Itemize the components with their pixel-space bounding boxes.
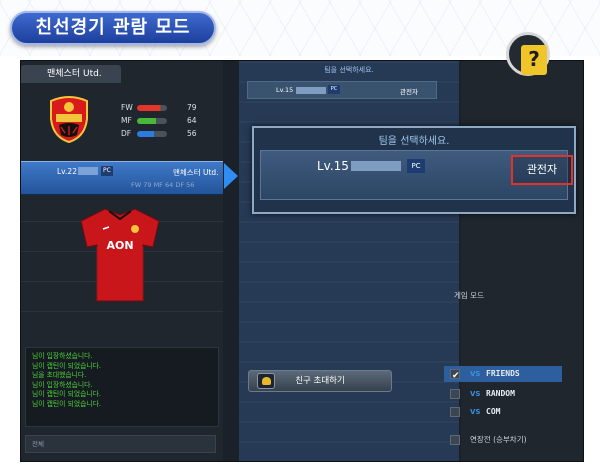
chat-line: 님을 초대했습니다. bbox=[32, 371, 87, 379]
chat-log[interactable]: 님이 입장하셨습니다. 님이 캡틴이 되었습니다. 님을 초대했습니다. 님이 … bbox=[25, 347, 219, 427]
spectator-label: 관전자 bbox=[400, 88, 418, 96]
mode-label: FRIENDS bbox=[486, 369, 520, 378]
chat-line: 님이 캡틴이 되었습니다. bbox=[32, 361, 102, 370]
red-jersey-icon: AON bbox=[80, 208, 160, 302]
spectator-highlight[interactable]: 관전자 bbox=[511, 155, 573, 185]
player-level: Lv.22 bbox=[57, 167, 77, 176]
stat-bar-df bbox=[137, 131, 167, 137]
help-button[interactable]: ? bbox=[506, 32, 550, 76]
stat-label: FW bbox=[121, 103, 133, 112]
spectator-slot[interactable]: Lv.15 PC 관전자 bbox=[247, 81, 437, 99]
zoom-title: 팀을 선택하세요. bbox=[378, 136, 450, 147]
manchester-united-crest-icon bbox=[50, 96, 88, 143]
slot-name-blurred bbox=[351, 161, 401, 171]
mode-friends[interactable]: ✔ VS FRIENDS bbox=[444, 366, 562, 382]
stat-label: DF bbox=[121, 129, 132, 138]
player-stats: FW 79 MF 64 DF 56 bbox=[131, 181, 195, 189]
stat-value: 79 bbox=[187, 103, 197, 112]
mode-random[interactable]: VS RANDOM bbox=[444, 386, 562, 402]
zoom-spectator-slot[interactable]: Lv.15 PC 관전자 bbox=[260, 150, 573, 200]
stat-value: 64 bbox=[187, 116, 197, 125]
vs-label: VS bbox=[470, 390, 481, 398]
chat-input[interactable]: 전체 bbox=[25, 435, 216, 453]
team-select-column: 팀을 선택하세요. Lv.15 PC 관전자 bbox=[239, 61, 459, 461]
player-card[interactable]: Lv.22 PC 맨체스터 Utd. FW 79 MF 64 DF 56 bbox=[21, 161, 223, 195]
overtime-label: 연장전 (승부차기) bbox=[470, 435, 527, 444]
chat-line: 님이 캡틴이 되었습니다. bbox=[32, 399, 102, 408]
team-tab[interactable]: 맨체스터 Utd. bbox=[21, 65, 121, 83]
checkbox[interactable]: ✔ bbox=[450, 369, 460, 381]
question-mark-icon: ? bbox=[521, 45, 547, 75]
stat-value: 56 bbox=[187, 129, 197, 138]
player-team: 맨체스터 Utd. bbox=[173, 168, 219, 177]
stat-label: MF bbox=[121, 116, 132, 125]
stat-bar-fw bbox=[137, 105, 167, 111]
divider bbox=[21, 311, 223, 312]
arrow-right-icon bbox=[224, 163, 238, 189]
invite-friends-icon bbox=[257, 373, 275, 389]
chat-line: 님이 캡틴이 되었습니다. bbox=[32, 390, 102, 398]
stat-bar-mf bbox=[137, 118, 167, 124]
slot-level: Lv.15 bbox=[317, 159, 349, 173]
invite-label: 친구 초대하기 bbox=[295, 376, 345, 386]
game-mode-title: 게임 모드 bbox=[454, 291, 484, 300]
slot-name-blurred bbox=[296, 87, 326, 94]
checkbox[interactable] bbox=[450, 435, 460, 445]
chat-line: 님이 입장하셨습니다. bbox=[32, 352, 93, 360]
page-title: 친선경기 관람 모드 bbox=[10, 11, 216, 45]
pc-badge: PC bbox=[328, 85, 340, 94]
slot-level: Lv.15 bbox=[276, 86, 294, 94]
checkbox[interactable] bbox=[450, 389, 460, 399]
column-pattern bbox=[239, 61, 459, 461]
check-icon: ✔ bbox=[452, 371, 460, 381]
pc-badge: PC bbox=[407, 159, 425, 173]
team-panel: 맨체스터 Utd. FW 79 MF 64 DF 56 Lv.22 PC 맨체스… bbox=[21, 61, 223, 461]
pc-badge: PC bbox=[101, 166, 113, 176]
page: 친선경기 관람 모드 맨체스터 Utd. FW 79 MF 64 DF 56 L… bbox=[0, 0, 600, 472]
vs-label: VS bbox=[470, 370, 481, 378]
invite-friends-button[interactable]: 친구 초대하기 bbox=[248, 370, 392, 392]
player-name-blurred bbox=[78, 167, 98, 175]
team-select-title: 팀을 선택하세요. bbox=[324, 66, 374, 74]
mode-com[interactable]: VS COM bbox=[444, 404, 562, 420]
checkbox[interactable] bbox=[450, 407, 460, 417]
mode-label: COM bbox=[486, 407, 501, 416]
zoom-callout: 팀을 선택하세요. Lv.15 PC 관전자 bbox=[252, 126, 576, 214]
chat-line: 님이 입장하셨습니다. bbox=[32, 380, 93, 389]
vs-label: VS bbox=[470, 408, 481, 416]
mode-label: RANDOM bbox=[486, 389, 515, 398]
svg-text:AON: AON bbox=[106, 239, 133, 252]
overtime-option[interactable]: 연장전 (승부차기) bbox=[444, 432, 562, 448]
